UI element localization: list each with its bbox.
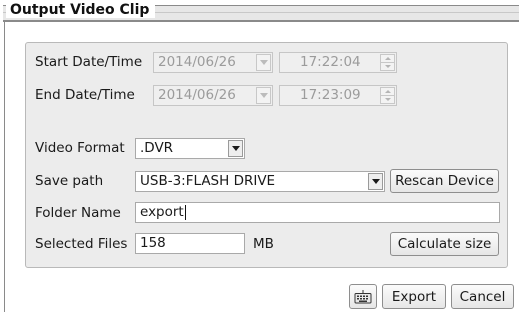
end-date-dropdown-button[interactable] xyxy=(256,87,271,104)
start-datetime-label: Start Date/Time xyxy=(35,54,143,70)
folder-name-value: export xyxy=(140,204,184,220)
keyboard-icon xyxy=(354,289,372,303)
save-path-value: USB-3:FLASH DRIVE xyxy=(140,173,276,189)
end-time-spin-buttons[interactable] xyxy=(380,87,395,104)
start-date-value: 2014/06/26 xyxy=(158,54,236,70)
save-path-label: Save path xyxy=(35,173,104,189)
end-date-value: 2014/06/26 xyxy=(158,87,236,103)
folder-name-input[interactable]: export xyxy=(135,202,500,223)
end-datetime-label: End Date/Time xyxy=(35,87,135,103)
start-date-picker[interactable]: 2014/06/26 xyxy=(153,52,273,73)
spin-down-icon[interactable] xyxy=(381,62,394,70)
calculate-size-button[interactable]: Calculate size xyxy=(390,232,499,256)
end-date-picker[interactable]: 2014/06/26 xyxy=(153,85,273,106)
folder-name-label: Folder Name xyxy=(35,205,121,221)
export-button[interactable]: Export xyxy=(382,284,446,309)
dialog-title-bar: Output Video Clip xyxy=(3,2,519,22)
cancel-button[interactable]: Cancel xyxy=(451,284,514,309)
start-time-spin-buttons[interactable] xyxy=(380,54,395,71)
keyboard-button[interactable] xyxy=(349,284,377,309)
spin-down-icon[interactable] xyxy=(381,95,394,103)
start-date-dropdown-button[interactable] xyxy=(256,54,271,71)
selected-files-size-field[interactable]: 158 xyxy=(135,233,245,254)
video-format-select[interactable]: .DVR xyxy=(135,138,245,159)
chevron-down-icon xyxy=(371,179,380,184)
video-format-value: .DVR xyxy=(140,140,174,156)
spin-up-icon[interactable] xyxy=(381,55,394,62)
spin-up-icon[interactable] xyxy=(381,88,394,95)
chevron-down-icon xyxy=(231,146,240,151)
selected-files-label: Selected Files xyxy=(35,236,128,252)
start-time-spinner[interactable]: 17:22:04 xyxy=(279,52,397,73)
selected-files-value: 158 xyxy=(140,235,166,251)
video-format-dropdown-button[interactable] xyxy=(228,140,243,157)
text-caret xyxy=(184,204,186,220)
end-time-value: 17:23:09 xyxy=(300,87,361,103)
start-time-value: 17:22:04 xyxy=(300,54,361,70)
dialog-left-border xyxy=(4,22,5,312)
save-path-dropdown-button[interactable] xyxy=(368,173,383,190)
dialog-title: Output Video Clip xyxy=(6,2,156,18)
video-format-label: Video Format xyxy=(35,140,125,156)
end-time-spinner[interactable]: 17:23:09 xyxy=(279,85,397,106)
rescan-device-button[interactable]: Rescan Device xyxy=(390,169,499,193)
chevron-down-icon xyxy=(259,60,268,65)
chevron-down-icon xyxy=(259,93,268,98)
save-path-select[interactable]: USB-3:FLASH DRIVE xyxy=(135,171,385,192)
size-unit-label: MB xyxy=(253,236,274,252)
